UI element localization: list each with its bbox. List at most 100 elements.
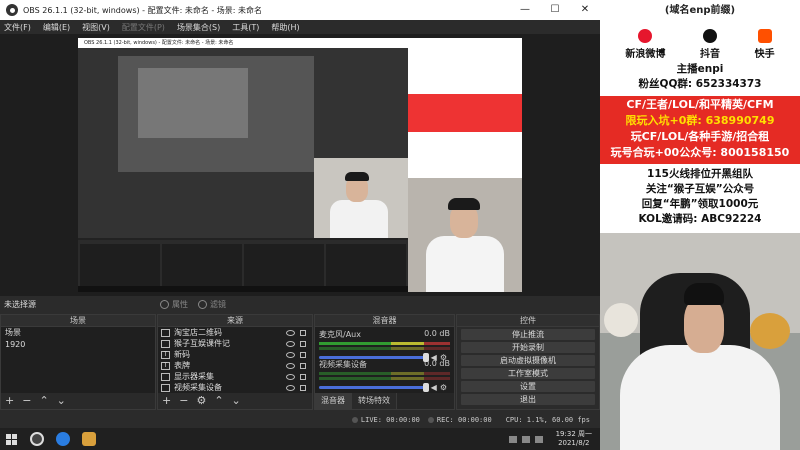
source-item[interactable]: 视频采集设备 bbox=[158, 382, 312, 393]
source-item[interactable]: T 新码 bbox=[158, 349, 312, 360]
eye-icon[interactable] bbox=[286, 340, 295, 347]
nested-mixer-dock bbox=[244, 244, 324, 288]
title-bar: OBS 26.1.1 (32-bit, windows) - 配置文件: 未命名… bbox=[0, 0, 600, 20]
streamer-body bbox=[330, 200, 388, 238]
fans-qq-line: 粉丝QQ群: 652334373 bbox=[638, 78, 762, 90]
minimize-button[interactable]: — bbox=[510, 0, 540, 20]
move-down-icon[interactable]: ⌄ bbox=[57, 393, 66, 409]
mixer-header: 混音器 bbox=[315, 315, 454, 327]
menu-edit[interactable]: 编辑(E) bbox=[43, 22, 70, 33]
properties-button[interactable]: 属性 bbox=[160, 299, 188, 310]
tab-transitions[interactable]: 转场特效 bbox=[352, 393, 397, 409]
lock-icon[interactable] bbox=[300, 351, 306, 358]
obs-taskbar-icon[interactable] bbox=[26, 428, 48, 450]
move-up-icon[interactable]: ⌃ bbox=[214, 393, 223, 409]
sources-dock: 来源 淘宝店二维码 猴子互娱课件记 T 新码 T 表牌 显示器采集 视频采集设备 +… bbox=[157, 314, 313, 410]
sources-footer: + − ⚙ ⌃ ⌄ bbox=[158, 393, 312, 409]
lock-icon[interactable] bbox=[300, 384, 306, 391]
lock-icon[interactable] bbox=[300, 362, 306, 369]
eye-icon[interactable] bbox=[286, 351, 295, 358]
close-button[interactable]: ✕ bbox=[570, 0, 600, 20]
source-settings-icon[interactable]: ⚙ bbox=[196, 393, 206, 409]
recursive-preview-inner bbox=[138, 68, 248, 138]
nested-sources-dock bbox=[162, 244, 242, 288]
menu-profile[interactable]: 配置文件(P) bbox=[122, 22, 165, 33]
live-indicator-icon bbox=[351, 417, 358, 423]
nested-scenes-dock bbox=[80, 244, 160, 288]
streamer-hair-2 bbox=[448, 198, 480, 210]
volume-knob[interactable] bbox=[422, 383, 429, 392]
nested-preview bbox=[78, 48, 408, 238]
source-item[interactable]: T 表牌 bbox=[158, 360, 312, 371]
maximize-button[interactable]: ☐ bbox=[540, 0, 570, 20]
add-source-button[interactable]: + bbox=[162, 393, 171, 409]
kuaishou-label: 快手 bbox=[754, 49, 775, 60]
nested-overlay-webcam bbox=[408, 178, 522, 292]
windows-start-icon[interactable] bbox=[0, 428, 22, 450]
move-down-icon[interactable]: ⌄ bbox=[232, 393, 241, 409]
eye-icon[interactable] bbox=[286, 384, 295, 391]
sources-header: 来源 bbox=[158, 315, 312, 327]
speaker-icon[interactable]: ◀ bbox=[431, 383, 437, 392]
menu-tools[interactable]: 工具(T) bbox=[232, 22, 259, 33]
kuaishou-icon bbox=[757, 29, 772, 43]
source-item[interactable]: 猴子互娱课件记 bbox=[158, 338, 312, 349]
streamer-face bbox=[684, 297, 724, 353]
remove-source-button[interactable]: − bbox=[179, 393, 188, 409]
eye-icon[interactable] bbox=[286, 362, 295, 369]
lock-icon[interactable] bbox=[300, 373, 306, 380]
status-bar: LIVE: 00:00:00 REC: 00:00:00 CPU: 1.1%, … bbox=[0, 412, 600, 428]
volume-slider[interactable] bbox=[319, 353, 429, 362]
lock-icon[interactable] bbox=[300, 340, 306, 347]
source-item[interactable]: 淘宝店二维码 bbox=[158, 327, 312, 338]
scenes-list: 场景 1920 bbox=[1, 327, 155, 393]
scene-item[interactable]: 1920 bbox=[1, 339, 155, 351]
level-meter bbox=[319, 342, 450, 345]
volume-icon[interactable] bbox=[521, 435, 530, 443]
volume-knob[interactable] bbox=[422, 353, 429, 362]
gear-icon[interactable]: ⚙ bbox=[440, 383, 447, 392]
kol-code: KOL邀请码: ABC92224 bbox=[638, 213, 762, 225]
scene-item[interactable]: 场景 bbox=[1, 327, 155, 339]
clock[interactable]: 19:32 周一 2021/8/2 bbox=[556, 430, 592, 448]
eye-icon[interactable] bbox=[286, 329, 295, 336]
owner-line: 主播enpi bbox=[676, 63, 724, 75]
live-time: LIVE: 00:00:00 bbox=[360, 416, 420, 424]
nested-window-title: OBS 26.1.1 (32-bit, windows) - 配置文件: 未命名… bbox=[78, 38, 408, 48]
studio-mode-button[interactable]: 工作室模式 bbox=[461, 368, 595, 379]
source-label: 视频采集设备 bbox=[174, 383, 222, 392]
channel-name: 视频采集设备 bbox=[319, 360, 367, 369]
move-up-icon[interactable]: ⌃ bbox=[39, 393, 48, 409]
source-item[interactable]: 显示器采集 bbox=[158, 371, 312, 382]
network-icon[interactable] bbox=[508, 435, 517, 443]
menu-help[interactable]: 帮助(H) bbox=[271, 22, 299, 33]
streamer-body-2 bbox=[426, 236, 504, 292]
rec-time: REC: 00:00:00 bbox=[436, 416, 492, 424]
virtual-camera-button[interactable]: 启动虚拟摄像机 bbox=[461, 355, 595, 366]
filters-button[interactable]: 滤镜 bbox=[198, 299, 226, 310]
remove-scene-button[interactable]: − bbox=[22, 393, 31, 409]
stop-streaming-button[interactable]: 停止推流 bbox=[461, 329, 595, 340]
app-taskbar-icon[interactable] bbox=[78, 428, 100, 450]
browser-taskbar-icon[interactable] bbox=[52, 428, 74, 450]
volume-slider[interactable] bbox=[319, 383, 429, 392]
battery-icon[interactable] bbox=[534, 435, 543, 443]
plush-toy bbox=[604, 303, 638, 337]
nested-controls-dock bbox=[326, 244, 406, 288]
add-scene-button[interactable]: + bbox=[5, 393, 14, 409]
promo-line: 玩号合玩+00公众号: 800158150 bbox=[610, 146, 790, 159]
settings-button[interactable]: 设置 bbox=[461, 381, 595, 392]
exit-button[interactable]: 退出 bbox=[461, 394, 595, 405]
lock-icon[interactable] bbox=[300, 329, 306, 336]
cpu-fps: CPU: 1.1%, 60.00 fps bbox=[505, 416, 590, 424]
tab-mixer[interactable]: 混音器 bbox=[315, 393, 352, 409]
menu-file[interactable]: 文件(F) bbox=[4, 22, 31, 33]
eye-icon[interactable] bbox=[286, 373, 295, 380]
preview-canvas[interactable]: OBS 26.1.1 (32-bit, windows) - 配置文件: 未命名… bbox=[0, 34, 600, 296]
level-meter bbox=[319, 372, 450, 375]
scenes-footer: + − ⌃ ⌄ bbox=[1, 393, 155, 409]
windows-taskbar: 19:32 周一 2021/8/2 bbox=[0, 428, 600, 450]
menu-scene-collection[interactable]: 场景集合(S) bbox=[177, 22, 220, 33]
start-recording-button[interactable]: 开始录制 bbox=[461, 342, 595, 353]
menu-view[interactable]: 视图(V) bbox=[82, 22, 110, 33]
